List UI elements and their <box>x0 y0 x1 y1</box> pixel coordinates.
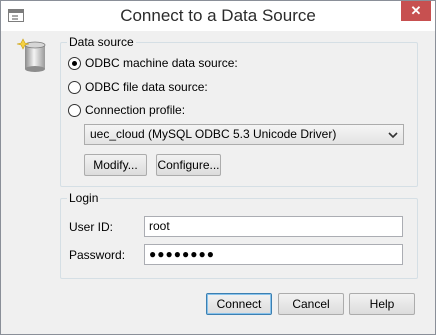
radio-label: ODBC machine data source: <box>85 56 238 70</box>
title-bar[interactable]: Connect to a Data Source ✕ <box>1 1 435 31</box>
user-id-field[interactable]: root <box>144 216 403 237</box>
selected-data-source: uec_cloud (MySQL ODBC 5.3 Unicode Driver… <box>90 127 337 141</box>
radio-button[interactable] <box>68 56 81 70</box>
close-button[interactable]: ✕ <box>401 1 431 21</box>
password-label: Password: <box>69 248 126 262</box>
radio-button[interactable] <box>68 103 81 117</box>
radio-label: ODBC file data source: <box>85 80 208 94</box>
connect-button[interactable]: Connect <box>206 293 272 315</box>
radio-machine-data-source[interactable]: ODBC machine data source: <box>68 55 238 71</box>
help-button[interactable]: Help <box>349 293 415 315</box>
radio-button[interactable] <box>68 80 81 94</box>
user-id-label: User ID: <box>69 220 114 234</box>
modify-button[interactable]: Modify... <box>84 154 147 176</box>
dialog-body: Data source ODBC machine data source: OD… <box>7 31 429 330</box>
radio-connection-profile[interactable]: Connection profile: <box>68 102 185 118</box>
data-source-legend: Data source <box>69 35 134 49</box>
password-mask: ●●●●●●●● <box>149 247 215 261</box>
radio-file-data-source[interactable]: ODBC file data source: <box>68 79 208 95</box>
configure-button[interactable]: Configure... <box>156 154 221 176</box>
cancel-button[interactable]: Cancel <box>278 293 344 315</box>
chevron-down-icon <box>388 132 398 139</box>
radio-label: Connection profile: <box>85 103 186 117</box>
close-icon: ✕ <box>410 3 422 18</box>
connect-dialog: Connect to a Data Source ✕ Data source O… <box>0 0 436 335</box>
data-source-select[interactable]: uec_cloud (MySQL ODBC 5.3 Unicode Driver… <box>84 124 404 145</box>
dialog-title: Connect to a Data Source <box>120 6 316 25</box>
database-icon <box>16 38 46 72</box>
password-field[interactable]: ●●●●●●●● <box>144 244 403 265</box>
login-legend: Login <box>69 191 99 205</box>
